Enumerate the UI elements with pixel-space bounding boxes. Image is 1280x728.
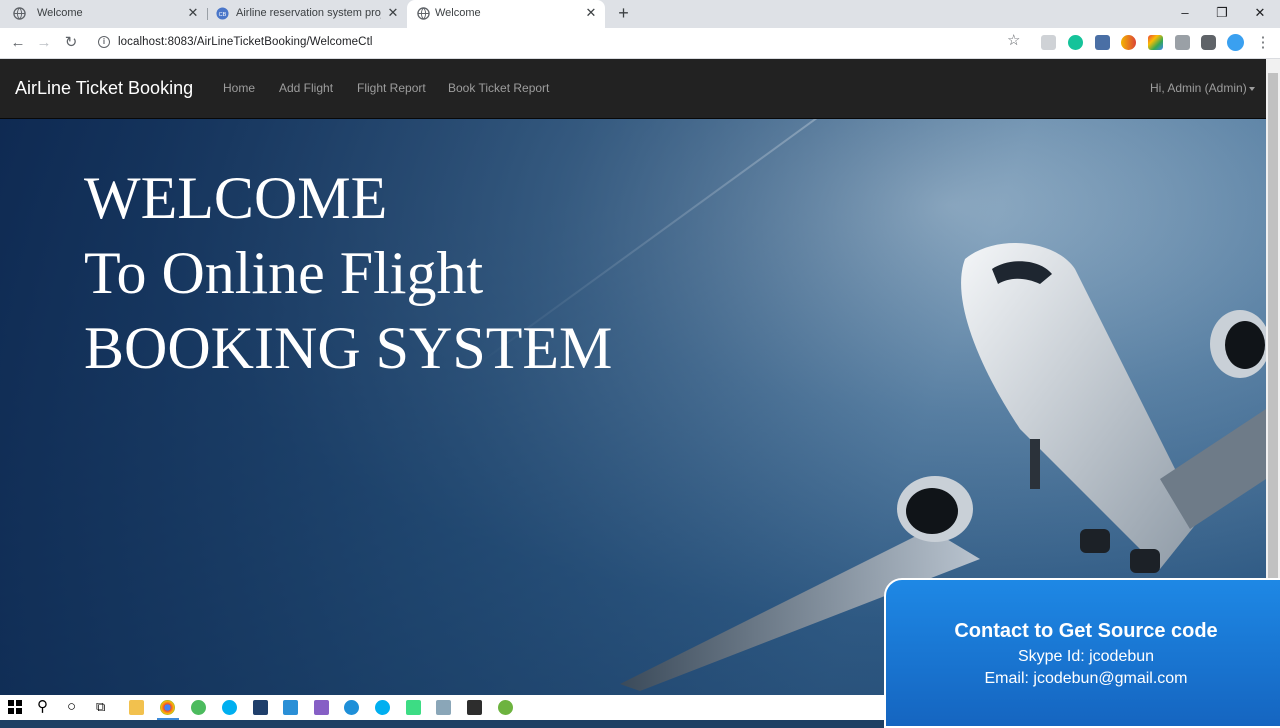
site-brand[interactable]: AirLine Ticket Booking [15, 78, 193, 99]
more-menu-icon[interactable]: ⋮ [1254, 34, 1272, 52]
promo-email: Email: jcodebun@gmail.com [984, 670, 1188, 687]
download-icon[interactable] [1175, 35, 1190, 50]
tab-welcome-active[interactable]: Welcome ✕ [407, 0, 605, 28]
site-navbar: AirLine Ticket Booking Home Add Flight F… [0, 59, 1266, 119]
close-icon[interactable]: ✕ [186, 6, 200, 20]
tab-title: Welcome [435, 7, 481, 19]
profile-avatar[interactable] [1227, 34, 1244, 51]
site-favicon-icon: CB [216, 7, 229, 20]
extension-icon[interactable] [1041, 35, 1056, 50]
promo-skype: Skype Id: jcodebun [1017, 648, 1155, 665]
windows-taskbar: ⚲ ○ ⧉ [0, 695, 884, 720]
windows-start-icon[interactable] [8, 700, 22, 714]
bookmark-star-icon[interactable]: ☆ [1007, 33, 1020, 48]
grammarly-icon[interactable] [1068, 35, 1083, 50]
search-icon[interactable]: ⚲ [37, 698, 48, 716]
globe-icon [13, 7, 26, 20]
browser-toolbar: ← → ↻ i localhost:8083/AirLineTicketBook… [0, 28, 1280, 59]
extension-icon[interactable] [1121, 35, 1136, 50]
back-button[interactable]: ← [9, 34, 27, 52]
java-icon[interactable] [467, 700, 482, 715]
hero-title-line: WELCOME [84, 165, 388, 231]
skype-icon[interactable] [375, 700, 390, 715]
minimize-button[interactable]: – [1175, 4, 1195, 22]
nav-flight-report[interactable]: Flight Report [357, 81, 426, 95]
tab-title: Airline reservation system projec [236, 7, 381, 19]
close-icon[interactable]: ✕ [386, 6, 400, 20]
new-tab-button[interactable]: + [615, 4, 632, 22]
notepad-icon[interactable] [436, 700, 451, 715]
nav-book-ticket-report[interactable]: Book Ticket Report [448, 81, 549, 95]
extension-icon[interactable] [1095, 35, 1110, 50]
forward-button[interactable]: → [35, 34, 53, 52]
nav-home[interactable]: Home [223, 81, 255, 95]
browser-tab-strip: Welcome ✕ CB Airline reservation system … [0, 0, 1280, 28]
close-icon[interactable]: ✕ [584, 6, 598, 20]
extension-icon[interactable] [1148, 35, 1163, 50]
hero-title-line: To Online Flight [84, 240, 484, 306]
url-text[interactable]: localhost:8083/AirLineTicketBooking/Welc… [118, 36, 373, 48]
spring-icon[interactable] [498, 700, 513, 715]
globe-icon [417, 7, 430, 20]
info-icon[interactable]: i [98, 36, 110, 48]
puzzle-icon[interactable] [1201, 35, 1216, 50]
skype-icon[interactable] [222, 700, 237, 715]
address-bar[interactable]: i localhost:8083/AirLineTicketBooking/We… [90, 31, 1030, 55]
svg-text:CB: CB [219, 12, 227, 18]
promo-title: Contact to Get Source code [954, 620, 1218, 642]
tab-airline-project[interactable]: CB Airline reservation system projec ✕ [210, 0, 405, 28]
tab-separator [207, 8, 208, 20]
eclipse-icon[interactable] [191, 700, 206, 715]
edge-icon[interactable] [344, 700, 359, 715]
window-close-button[interactable]: ✕ [1250, 4, 1270, 22]
terminal-icon[interactable] [253, 700, 268, 715]
visual-studio-icon[interactable] [314, 700, 329, 715]
caret-down-icon [1248, 86, 1255, 91]
android-studio-icon[interactable] [406, 700, 421, 715]
file-explorer-icon[interactable] [129, 700, 144, 715]
vscode-icon[interactable] [283, 700, 298, 715]
chrome-icon[interactable] [160, 700, 175, 715]
user-menu[interactable]: Hi, Admin (Admin) [1150, 81, 1255, 95]
task-view-icon[interactable]: ⧉ [96, 698, 105, 716]
nav-add-flight[interactable]: Add Flight [279, 81, 333, 95]
tab-welcome-1[interactable]: Welcome ✕ [10, 0, 205, 28]
user-menu-label: Hi, Admin (Admin) [1150, 81, 1247, 95]
hero-title-line: BOOKING SYSTEM [84, 315, 613, 381]
restore-button[interactable]: ❐ [1212, 4, 1232, 22]
reload-button[interactable]: ↻ [62, 34, 80, 52]
cortana-icon[interactable]: ○ [67, 698, 76, 716]
tab-title: Welcome [37, 7, 83, 19]
source-code-promo: Contact to Get Source code Skype Id: jco… [884, 578, 1280, 728]
